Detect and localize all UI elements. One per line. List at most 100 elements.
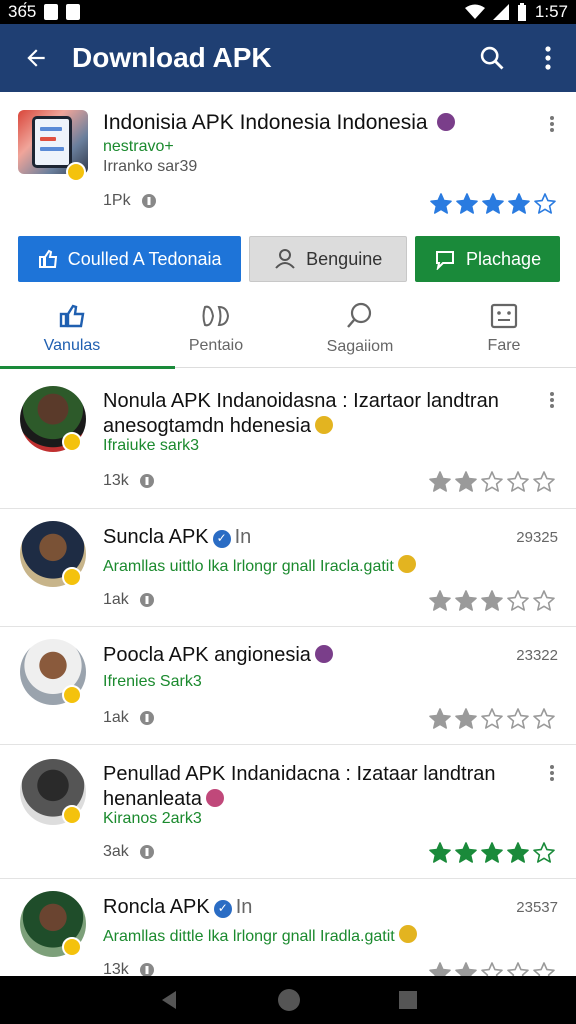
item-menu-button[interactable] xyxy=(540,388,564,412)
info-icon xyxy=(141,194,156,208)
star-filled-icon xyxy=(481,842,503,863)
tertiary-action-button[interactable]: Plachage xyxy=(415,236,560,282)
item-developer[interactable]: Aramllas dittle lka lrlongr gnall Iradla… xyxy=(103,925,417,946)
item-number: 23537 xyxy=(516,899,558,916)
notification-icon-2 xyxy=(66,4,81,20)
nav-recents-icon[interactable] xyxy=(398,990,418,1010)
item-menu-button[interactable] xyxy=(540,761,564,785)
star-outline-icon xyxy=(481,471,503,492)
list-item[interactable]: Nonula APK Indanoidasna : Izartaor landt… xyxy=(0,372,576,509)
nav-back-icon[interactable] xyxy=(158,989,180,1011)
rating-stars xyxy=(428,841,556,865)
status-bar: 36̈́5 1:57 xyxy=(0,0,576,24)
overflow-menu-button[interactable] xyxy=(520,24,576,92)
star-filled-icon xyxy=(429,708,451,729)
item-title-line1: Suncla APK xyxy=(103,526,209,548)
tab-sagaiiom[interactable]: Sagaiiom xyxy=(288,290,432,368)
rating-stars xyxy=(428,707,556,731)
info-icon xyxy=(139,474,154,488)
list-item[interactable]: Penullad APK Indanidacna : Izataar landt… xyxy=(0,745,576,879)
star-outline-icon xyxy=(533,471,555,492)
tag-icon xyxy=(202,305,230,327)
item-title: Suncla APK ✓ In xyxy=(103,525,251,550)
tab-label: Pentaio xyxy=(188,337,244,354)
item-title-line1: Poocla APK angionesia xyxy=(103,644,311,666)
list-item[interactable]: Suncla APK ✓ In 29325 Aramllas uittlo lka … xyxy=(0,509,576,627)
list-item[interactable]: Poocla APK angionesia 23322 Ifrenies Sar… xyxy=(0,627,576,745)
star-filled-icon xyxy=(429,471,451,492)
system-nav-bar xyxy=(0,976,576,1024)
star-outline-icon xyxy=(533,708,555,729)
item-developer-text: Aramllas uittlo lka lrlongr gnall Iracla… xyxy=(103,558,394,575)
rating-stars xyxy=(429,192,557,216)
more-vert-icon xyxy=(550,765,554,781)
tertiary-action-label: Plachage xyxy=(466,248,542,269)
star-filled-icon xyxy=(456,193,478,214)
chat-bubble-icon xyxy=(436,251,455,270)
search-button[interactable] xyxy=(464,24,520,92)
item-developer[interactable]: Ifraiuke sark3 xyxy=(103,437,199,455)
secondary-action-label: Benguine xyxy=(306,248,383,269)
status-dot xyxy=(62,685,82,705)
list-item[interactable]: Roncla APK ✓ In 23537 Aramllas dittle lka … xyxy=(0,879,576,983)
item-developer-text: Aramllas dittle lka lrlongr gnall Iradla… xyxy=(103,928,395,945)
arrow-back-icon xyxy=(27,49,45,67)
app-header-card[interactable]: Indonisia APK Indonesia Indonesia nestra… xyxy=(0,92,576,228)
item-count-text: 1ak xyxy=(103,591,129,608)
star-outline-icon xyxy=(507,590,529,611)
tab-fare[interactable]: Fare xyxy=(432,290,576,368)
rating-stars xyxy=(428,470,556,494)
carrier-text: 36̈́5 xyxy=(8,2,37,21)
app-subtitle: Irranko sar39 xyxy=(103,158,198,175)
person-icon xyxy=(275,249,295,269)
app-bar: Download APK xyxy=(0,24,576,92)
thumb-up-icon xyxy=(59,304,85,328)
tab-pentaio[interactable]: Pentaio xyxy=(144,290,288,368)
verified-badge-icon: ✓ xyxy=(212,529,231,548)
contact-card-icon xyxy=(490,303,518,329)
app-title: Indonisia APK Indonesia Indonesia xyxy=(103,111,456,135)
secondary-action-button[interactable]: Benguine xyxy=(249,236,408,282)
item-developer[interactable]: Aramllas uittlo lka lrlongr gnall Iracla… xyxy=(103,555,416,576)
status-dot xyxy=(62,805,82,825)
item-developer[interactable]: Ifrenies Sark3 xyxy=(103,673,202,691)
emoji-icon xyxy=(398,925,417,943)
nav-home-icon[interactable] xyxy=(277,988,301,1012)
item-number: 23322 xyxy=(516,647,558,664)
app-developer[interactable]: nestravo+ xyxy=(103,138,174,156)
item-count-text: 13k xyxy=(103,472,129,489)
item-count: 3ak xyxy=(103,843,155,861)
item-count: 1ak xyxy=(103,591,155,609)
star-outline-icon xyxy=(533,590,555,611)
thumb-up-icon xyxy=(38,249,57,268)
emoji-icon xyxy=(397,555,416,573)
star-filled-icon xyxy=(481,590,503,611)
item-developer[interactable]: Kiranos 2ark3 xyxy=(103,810,202,828)
app-title-text: Indonisia APK Indonesia Indonesia xyxy=(103,111,428,134)
item-title-line1: Penullad APK Indanidacna : Izataar landt… xyxy=(103,763,496,785)
tab-vanulas[interactable]: Vanulas xyxy=(0,290,175,369)
star-filled-icon xyxy=(429,842,451,863)
star-filled-icon xyxy=(429,590,451,611)
item-title: Penullad APK Indanidacna : Izataar landt… xyxy=(103,762,496,812)
info-icon xyxy=(139,845,154,859)
verified-badge-icon: ✓ xyxy=(213,899,232,918)
more-vert-icon xyxy=(545,46,551,70)
back-button[interactable] xyxy=(0,24,72,92)
primary-action-button[interactable]: Coulled A Tedonaia xyxy=(18,236,242,282)
primary-action-label: Coulled A Tedonaia xyxy=(67,248,222,269)
emoji-icon xyxy=(314,416,333,434)
card-menu-button[interactable] xyxy=(540,112,564,136)
wifi-icon xyxy=(464,4,485,19)
star-filled-icon xyxy=(507,842,529,863)
page-title: Download APK xyxy=(72,42,272,73)
star-filled-icon xyxy=(455,842,477,863)
tab-bar: Vanulas Pentaio Sagaiiom Fare xyxy=(0,290,576,369)
star-filled-icon xyxy=(508,193,530,214)
star-outline-icon xyxy=(507,708,529,729)
star-filled-icon xyxy=(430,193,452,214)
tab-label: Sagaiiom xyxy=(326,338,394,355)
emoji-icon xyxy=(205,789,224,807)
item-title: Nonula APK Indanoidasna : Izartaor landt… xyxy=(103,389,499,439)
star-outline-icon xyxy=(507,471,529,492)
